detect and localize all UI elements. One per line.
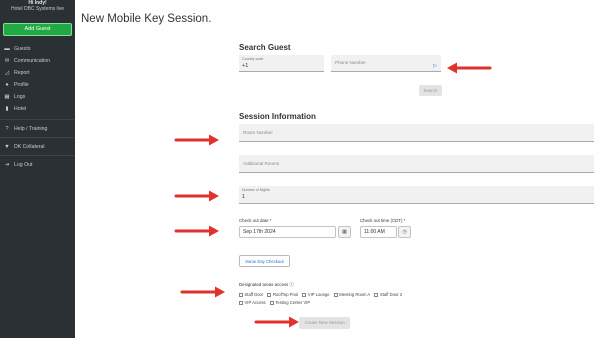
annotation-arrow-room — [174, 134, 219, 146]
list-icon: ▦ — [4, 94, 10, 100]
area-checkbox-testing-center-vip[interactable]: Testing Center VIP — [269, 300, 310, 305]
room-number-field[interactable]: Room Number — [239, 124, 594, 142]
area-checkbox-rooftop-pool[interactable]: RoofTop Pool — [267, 292, 298, 297]
sidebar-item-label: Logs — [14, 94, 26, 100]
nav-divider — [0, 119, 75, 120]
area-checkbox-staff-door[interactable]: Staff Door — [239, 292, 263, 297]
logout-icon: ⇥ — [4, 162, 10, 168]
help-icon: ? — [5, 126, 9, 132]
sidebar-item-label: Guests — [14, 46, 31, 52]
send-icon[interactable]: ▷ — [433, 63, 437, 69]
additional-rooms-field[interactable]: Additional Rooms — [239, 155, 594, 173]
sidebar-item-log-out[interactable]: ⇥ Log Out — [4, 161, 33, 169]
sidebar-item-label: Log Out — [14, 162, 33, 168]
phone-number-field[interactable]: Phone Number ▷ — [331, 55, 441, 72]
sidebar-item-logs[interactable]: ▦ Logs — [4, 93, 25, 101]
checkout-time-input[interactable]: 11:00 AM — [360, 226, 397, 238]
search-button[interactable]: Search — [419, 85, 442, 96]
sidebar: Hi Indy! Hotel DBC Systems live Add Gues… — [0, 0, 75, 338]
sidebar-item-report[interactable]: ◿ Report — [4, 69, 30, 77]
page-title: New Mobile Key Session. — [81, 13, 212, 25]
same-day-checkout-button[interactable]: Same Day Checkout — [239, 255, 290, 267]
user-icon: ● — [5, 82, 9, 88]
building-icon: ▮ — [5, 106, 9, 112]
calendar-icon[interactable]: ▦ — [338, 226, 351, 238]
areas-row-2: VIP Access Testing Center VIP — [239, 300, 313, 305]
phone-placeholder: Phone Number — [335, 60, 366, 65]
mail-icon: ✉ — [4, 58, 10, 64]
annotation-arrow-areas — [180, 286, 225, 298]
area-checkbox-vip-access[interactable]: VIP Access — [239, 300, 266, 305]
country-code-field[interactable]: Country code +1 — [239, 55, 324, 72]
clock-icon[interactable]: ◷ — [398, 226, 411, 238]
checkout-date-label: Check out date * — [239, 218, 272, 223]
annotation-arrow-create — [254, 316, 299, 328]
areas-label: Designated areas access ⓘ — [239, 282, 294, 287]
hotel-name: Hotel DBC Systems live — [10, 6, 65, 12]
annotation-arrow-phone — [447, 62, 492, 74]
sidebar-item-hotel[interactable]: ▮ Hotel — [4, 105, 26, 113]
sidebar-item-label: Communication — [14, 58, 51, 64]
sidebar-item-label: DK Collateral — [14, 144, 45, 150]
sidebar-item-communication[interactable]: ✉ Communication — [4, 57, 50, 65]
sidebar-item-label: Help / Training — [14, 126, 48, 132]
sidebar-item-label: Report — [14, 70, 30, 76]
country-code-value: +1 — [242, 63, 249, 69]
sidebar-item-label: Hotel — [14, 106, 27, 112]
nights-field[interactable]: Number of Nights 1 — [239, 186, 594, 204]
create-session-button[interactable]: Create New Session — [299, 317, 350, 329]
sidebar-item-dk-collateral[interactable]: ▼ DK Collateral — [4, 143, 45, 151]
add-guest-button[interactable]: Add Guest — [3, 23, 72, 36]
area-checkbox-meeting-room-a[interactable]: Meeting Room A — [333, 292, 370, 297]
areas-row-1: Staff Door RoofTop Pool VIP Lounge Meeti… — [239, 292, 405, 297]
annotation-arrow-nights — [174, 190, 219, 202]
nav-divider — [0, 137, 75, 138]
chart-icon: ◿ — [4, 70, 10, 76]
room-number-placeholder: Room Number — [243, 130, 273, 135]
search-guest-title: Search Guest — [239, 43, 291, 52]
country-code-label: Country code — [242, 57, 264, 61]
area-checkbox-staff-door-2[interactable]: Staff Door 2 — [374, 292, 402, 297]
collateral-icon: ▼ — [4, 144, 10, 150]
additional-rooms-placeholder: Additional Rooms — [243, 161, 280, 166]
nights-label: Number of Nights — [242, 188, 270, 192]
area-checkbox-vip-lounge[interactable]: VIP Lounge — [302, 292, 330, 297]
checkout-time-label: Check out time (CDT) * — [360, 218, 406, 223]
session-info-title: Session Information — [239, 112, 316, 121]
checkout-date-input[interactable]: Sep 17th 2024 — [239, 226, 336, 238]
sidebar-item-label: Profile — [14, 82, 29, 88]
nights-value: 1 — [242, 194, 246, 200]
annotation-arrow-date — [174, 225, 219, 237]
nav-divider — [0, 155, 75, 156]
sidebar-item-help-training[interactable]: ? Help / Training — [4, 125, 47, 133]
bed-icon: ▬ — [4, 46, 10, 52]
sidebar-item-guests[interactable]: ▬ Guests — [4, 45, 30, 53]
sidebar-item-profile[interactable]: ● Profile — [4, 81, 29, 89]
